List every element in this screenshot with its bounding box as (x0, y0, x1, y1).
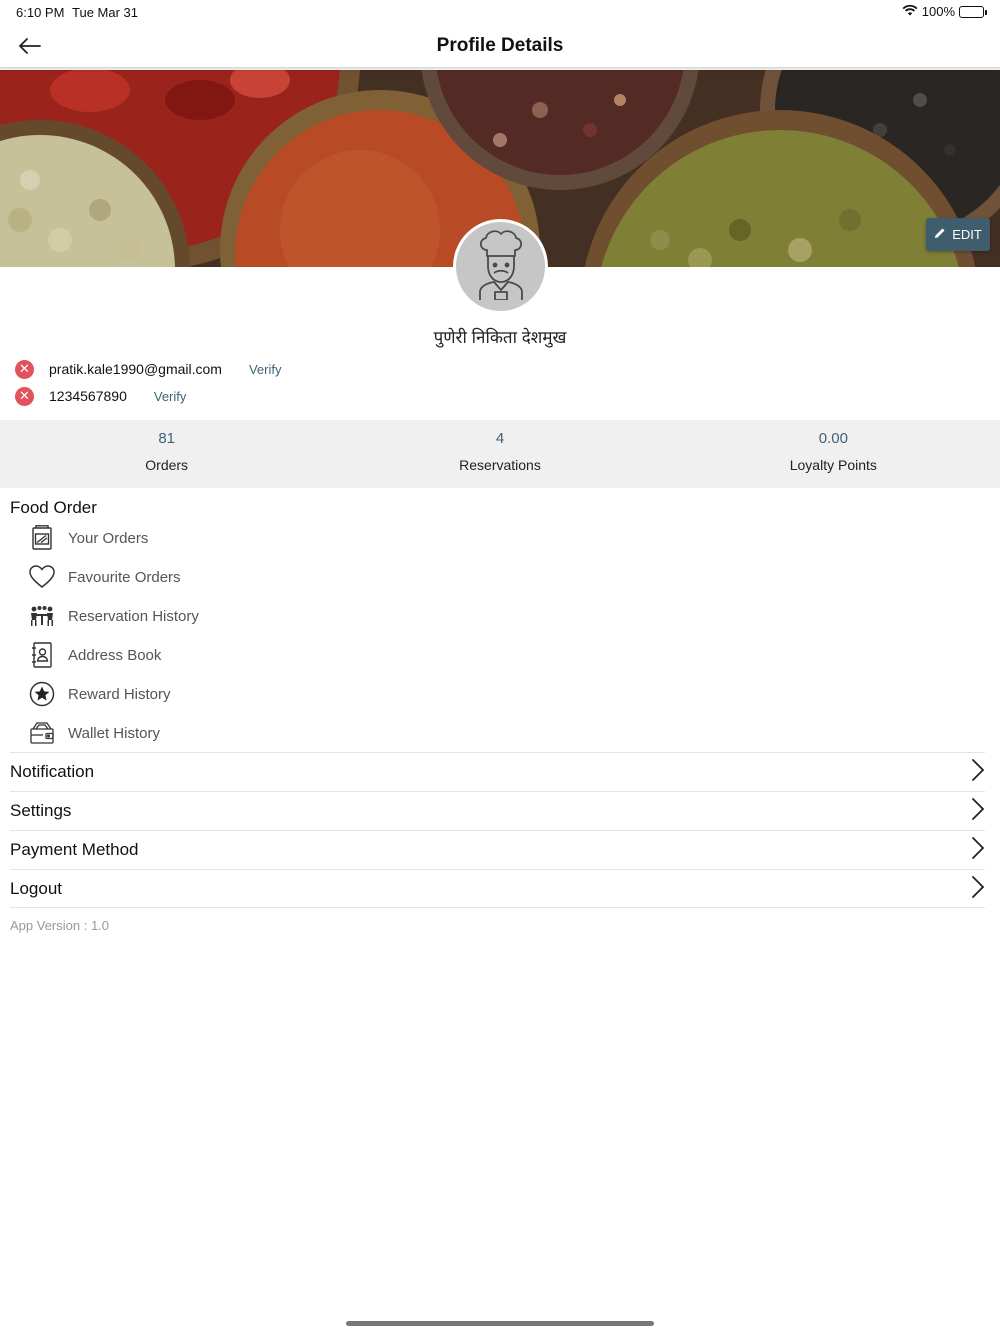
menu-favourite-orders[interactable]: Favourite Orders (28, 562, 428, 592)
food-order-heading: Food Order (10, 498, 97, 517)
stat-orders[interactable]: 81 Orders (0, 420, 333, 488)
row-label: Logout (10, 879, 62, 898)
menu-label: Address Book (68, 646, 162, 664)
row-label: Notification (10, 762, 95, 781)
stats-bar: 81 Orders 4 Reservations 0.00 Loyalty Po… (0, 420, 1000, 488)
wallet-icon (28, 719, 56, 747)
menu-label: Wallet History (68, 724, 160, 742)
notification-row[interactable]: Notification (10, 753, 985, 791)
settings-row[interactable]: Settings (10, 792, 985, 830)
row-label: Payment Method (10, 840, 139, 859)
stat-value: 4 (495, 430, 505, 447)
menu-label: Reservation History (68, 607, 199, 625)
verify-phone-link[interactable]: Verify (154, 389, 187, 404)
chef-icon (470, 228, 532, 305)
stat-value: 81 (158, 430, 175, 447)
reservation-icon (28, 602, 56, 630)
logout-row[interactable]: Logout (10, 870, 985, 908)
status-right: 100% (902, 4, 987, 19)
app-version: App Version : 1.0 (10, 918, 110, 933)
battery-icon (959, 5, 987, 18)
menu-label: Your Orders (68, 529, 149, 547)
email-value: pratik.kale1990@gmail.com (49, 361, 222, 377)
status-bar: 6:10 PM Tue Mar 31 100% (0, 0, 1000, 24)
page-title: Profile Details (436, 35, 564, 56)
chevron-right-icon (971, 836, 985, 865)
battery-percent: 100% (921, 4, 955, 19)
edit-cover-button[interactable]: EDIT (926, 218, 990, 251)
menu-label: Favourite Orders (68, 568, 181, 586)
unverified-icon: ✕ (15, 386, 34, 406)
status-time: 6:10 PM (16, 5, 65, 20)
profile-name: पुणेरी निकिता देशमुख (433, 328, 567, 347)
menu-your-orders[interactable]: Your Orders (28, 523, 428, 553)
chevron-right-icon (971, 758, 985, 787)
email-row: ✕ pratik.kale1990@gmail.com Verify (15, 359, 281, 379)
phone-value: 1234567890 (49, 388, 127, 404)
chevron-right-icon (971, 797, 985, 826)
pencil-icon (934, 227, 946, 242)
stat-label: Loyalty Points (789, 457, 877, 473)
status-date: Tue Mar 31 (72, 5, 138, 20)
star-icon (28, 680, 56, 708)
verify-email-link[interactable]: Verify (249, 362, 282, 377)
row-label: Settings (10, 801, 72, 820)
nav-bar: Profile Details (0, 24, 1000, 68)
orders-icon (28, 524, 56, 552)
home-indicator[interactable] (346, 1321, 654, 1326)
wifi-icon (902, 4, 918, 19)
stat-label: Orders (145, 457, 189, 473)
stat-value: 0.00 (818, 430, 848, 447)
stat-reservations[interactable]: 4 Reservations (333, 420, 666, 488)
avatar[interactable] (453, 219, 548, 314)
payment-method-row[interactable]: Payment Method (10, 831, 985, 869)
unverified-icon: ✕ (15, 359, 34, 379)
address-book-icon (28, 641, 56, 669)
phone-row: ✕ 1234567890 Verify (15, 386, 186, 406)
menu-wallet-history[interactable]: Wallet History (28, 718, 428, 748)
menu-address-book[interactable]: Address Book (28, 640, 428, 670)
menu-reward-history[interactable]: Reward History (28, 679, 428, 709)
divider (10, 907, 985, 908)
menu-reservation-history[interactable]: Reservation History (28, 601, 428, 631)
stat-label: Reservations (459, 457, 541, 473)
edit-label: EDIT (952, 227, 982, 242)
menu-label: Reward History (68, 685, 171, 703)
stat-loyalty-points[interactable]: 0.00 Loyalty Points (667, 420, 1000, 488)
heart-icon (28, 563, 56, 591)
chevron-right-icon (971, 875, 985, 904)
